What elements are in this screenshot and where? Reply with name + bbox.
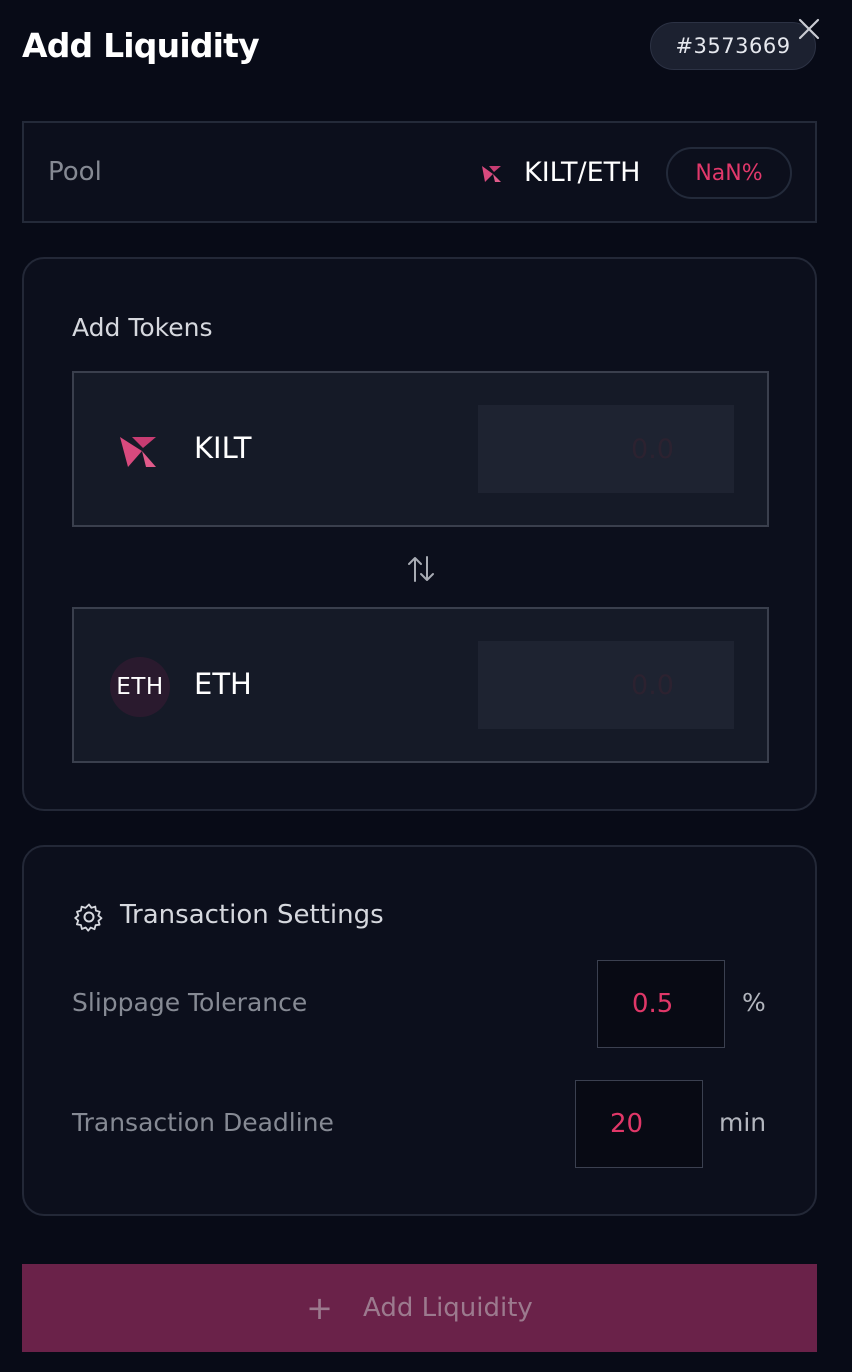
add-liquidity-modal: Add Liquidity #3573669 Pool KILT/ETH NaN… (0, 0, 852, 1372)
gear-icon (74, 903, 103, 932)
add-tokens-title: Add Tokens (72, 313, 213, 342)
swap-arrows-icon[interactable] (406, 553, 436, 585)
token-row-eth: ETH ETH (72, 607, 769, 763)
pool-label: Pool (48, 157, 102, 187)
add-liquidity-label: Add Liquidity (362, 1293, 533, 1323)
add-liquidity-button[interactable]: + Add Liquidity (22, 1264, 817, 1352)
add-tokens-card: Add Tokens KILT ETH ETH (22, 257, 817, 811)
token-symbol: ETH (194, 667, 252, 701)
token-symbol: KILT (194, 431, 252, 465)
kilt-amount-input[interactable] (478, 405, 734, 493)
settings-title: Transaction Settings (120, 900, 384, 930)
close-icon[interactable] (796, 16, 822, 42)
eth-logo-icon: ETH (110, 657, 170, 717)
modal-title: Add Liquidity (22, 26, 260, 65)
eth-amount-input[interactable] (478, 641, 734, 729)
slippage-unit: % (742, 988, 766, 1017)
slippage-input[interactable] (597, 960, 725, 1048)
token-row-kilt: KILT (72, 371, 769, 527)
deadline-input[interactable] (575, 1080, 703, 1168)
plus-icon: + (306, 1289, 333, 1327)
pool-pair: KILT/ETH (524, 157, 641, 188)
transaction-settings-card: Transaction Settings Slippage Tolerance … (22, 845, 817, 1216)
slippage-label: Slippage Tolerance (72, 988, 308, 1017)
deadline-label: Transaction Deadline (72, 1108, 334, 1137)
deadline-unit: min (719, 1108, 767, 1137)
kilt-logo-icon (120, 437, 156, 467)
pool-fee-badge: NaN% (666, 147, 792, 199)
kilt-logo-icon (482, 166, 501, 182)
position-id-badge: #3573669 (650, 22, 816, 70)
pool-summary: Pool KILT/ETH NaN% (22, 121, 817, 223)
